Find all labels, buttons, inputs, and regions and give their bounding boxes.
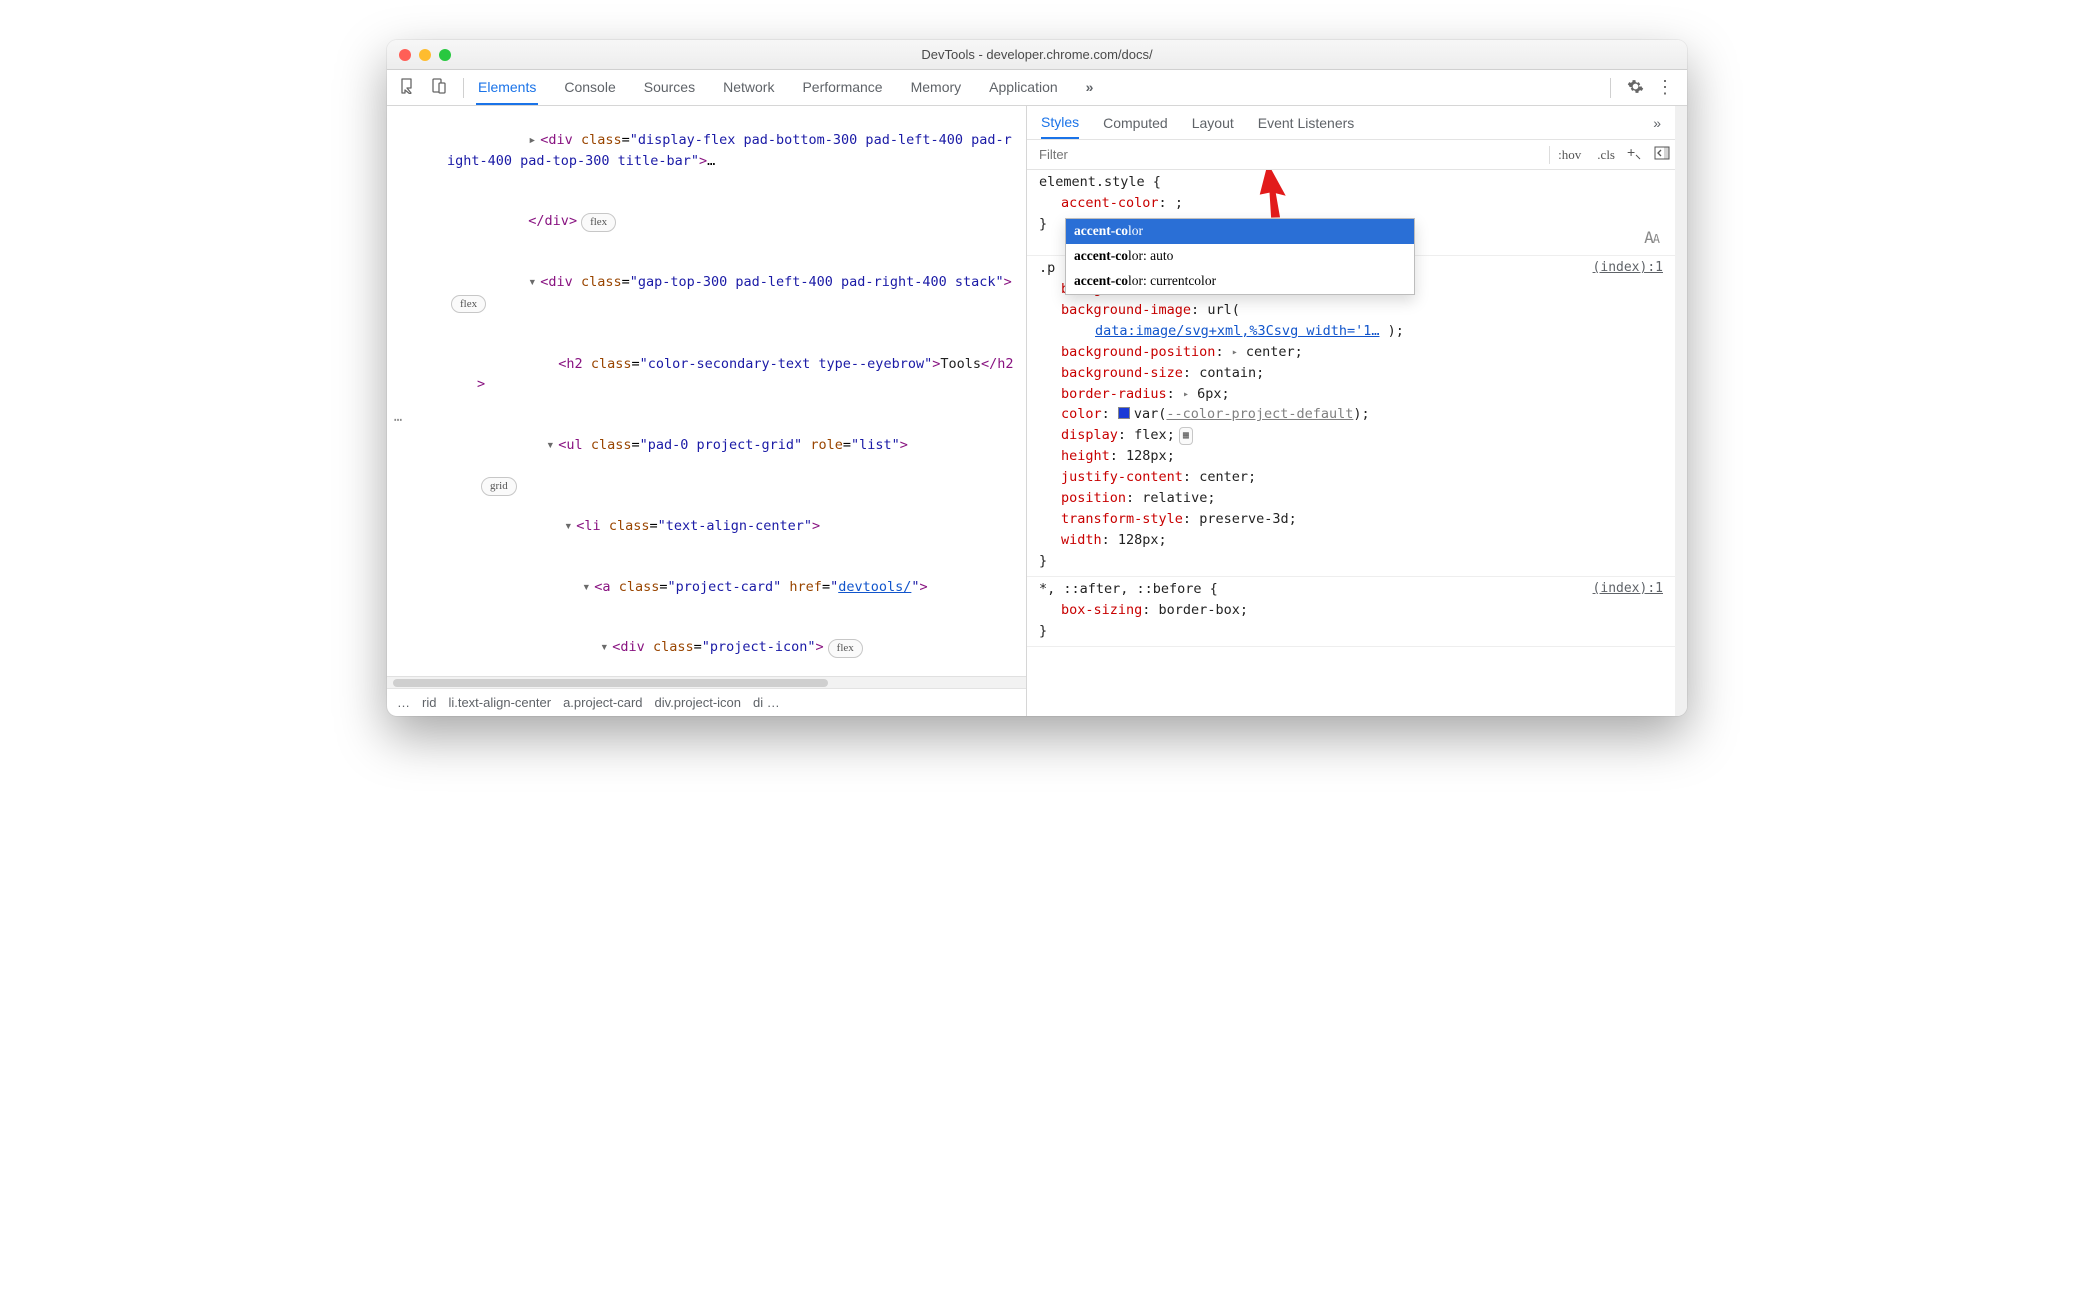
elements-panel: ▸<div class="display-flex pad-bottom-300… [387,106,1027,716]
toggle-sidebar-icon[interactable] [1649,146,1675,163]
window-title: DevTools - developer.chrome.com/docs/ [387,47,1687,62]
crumb-item[interactable]: rid [422,695,436,710]
tab-elements[interactable]: Elements [476,71,538,105]
flex-editor-icon[interactable]: ▦ [1179,427,1193,445]
subtab-styles[interactable]: Styles [1041,107,1079,139]
styles-subtabs: Styles Computed Layout Event Listeners » [1027,106,1675,140]
tab-memory[interactable]: Memory [909,71,964,105]
rule-element-style[interactable]: element.style { accent-color: ; } AA acc… [1027,170,1675,256]
gutter-menu-icon[interactable]: ⋯ [387,410,409,430]
dom-tree[interactable]: ▸<div class="display-flex pad-bottom-300… [387,106,1026,676]
rule-close: } [1039,621,1663,642]
zoom-icon[interactable] [439,49,451,61]
autocomplete-row[interactable]: accent-color: currentcolor [1066,269,1414,294]
traffic-lights [387,49,451,61]
crumb-item[interactable]: li.text-align-center [448,695,551,710]
font-size-icon[interactable]: AA [1644,226,1659,251]
crumb-item[interactable]: div.project-icon [655,695,741,710]
subtab-layout[interactable]: Layout [1192,108,1234,138]
device-toggle-icon[interactable] [427,78,451,97]
flex-badge[interactable]: flex [828,639,863,658]
crumb-item[interactable]: a.project-card [563,695,642,710]
autocomplete-row[interactable]: accent-color: auto [1066,244,1414,269]
flex-badge[interactable]: flex [581,213,616,232]
tab-network[interactable]: Network [721,71,776,105]
tab-console[interactable]: Console [562,71,617,105]
rule-close: } [1039,551,1663,572]
color-swatch-icon[interactable] [1118,407,1130,419]
source-link[interactable]: (index):1 [1593,258,1663,278]
new-rule-button[interactable]: + [1623,146,1649,163]
rule-project-icon[interactable]: (index):1 .p background-color: currentCo… [1027,256,1675,577]
tab-performance[interactable]: Performance [800,71,884,105]
data-url-link[interactable]: data:image/svg+xml,%3Csvg width='1… [1095,323,1379,339]
source-link[interactable]: (index):1 [1593,579,1663,599]
styles-rules[interactable]: element.style { accent-color: ; } AA acc… [1027,170,1675,716]
tabs-overflow[interactable]: » [1084,71,1096,105]
svg-text:+: + [1627,146,1635,160]
subtab-computed[interactable]: Computed [1103,108,1168,138]
hov-button[interactable]: :hov [1550,147,1589,163]
main-toolbar: Elements Console Sources Network Perform… [387,70,1687,106]
gear-icon[interactable] [1623,78,1647,98]
titlebar: DevTools - developer.chrome.com/docs/ [387,40,1687,70]
cls-button[interactable]: .cls [1589,147,1623,163]
subtabs-overflow[interactable]: » [1653,108,1661,138]
close-icon[interactable] [399,49,411,61]
tab-application[interactable]: Application [987,71,1060,105]
autocomplete-popup[interactable]: accent-color accent-color: auto accent-c… [1065,218,1415,295]
subtab-event-listeners[interactable]: Event Listeners [1258,108,1355,138]
flex-badge[interactable]: flex [451,295,486,314]
rule-universal[interactable]: (index):1 *, ::after, ::before { box-siz… [1027,577,1675,647]
crumb-prefix: … [397,695,410,710]
rule-selector: *, ::after, ::before { [1039,579,1663,600]
crumb-item[interactable]: di … [753,695,780,710]
kebab-icon[interactable]: ⋮ [1653,77,1677,98]
styles-filterbar: :hov .cls + [1027,140,1675,170]
devtools-window: DevTools - developer.chrome.com/docs/ El… [387,40,1687,716]
horizontal-scrollbar[interactable] [387,676,1026,688]
editing-property[interactable]: accent-color [1061,195,1159,211]
panel-body: ▸<div class="display-flex pad-bottom-300… [387,106,1687,716]
breadcrumb[interactable]: … rid li.text-align-center a.project-car… [387,688,1026,716]
styles-panel: Styles Computed Layout Event Listeners »… [1027,106,1687,716]
grid-badge[interactable]: grid [481,477,517,496]
autocomplete-row[interactable]: accent-color [1066,219,1414,244]
tab-sources[interactable]: Sources [642,71,697,105]
panel-tabs: Elements Console Sources Network Perform… [476,71,1095,105]
filter-input[interactable] [1027,147,1549,162]
minimize-icon[interactable] [419,49,431,61]
inspect-icon[interactable] [397,78,421,97]
rule-selector: element.style { [1039,172,1663,193]
